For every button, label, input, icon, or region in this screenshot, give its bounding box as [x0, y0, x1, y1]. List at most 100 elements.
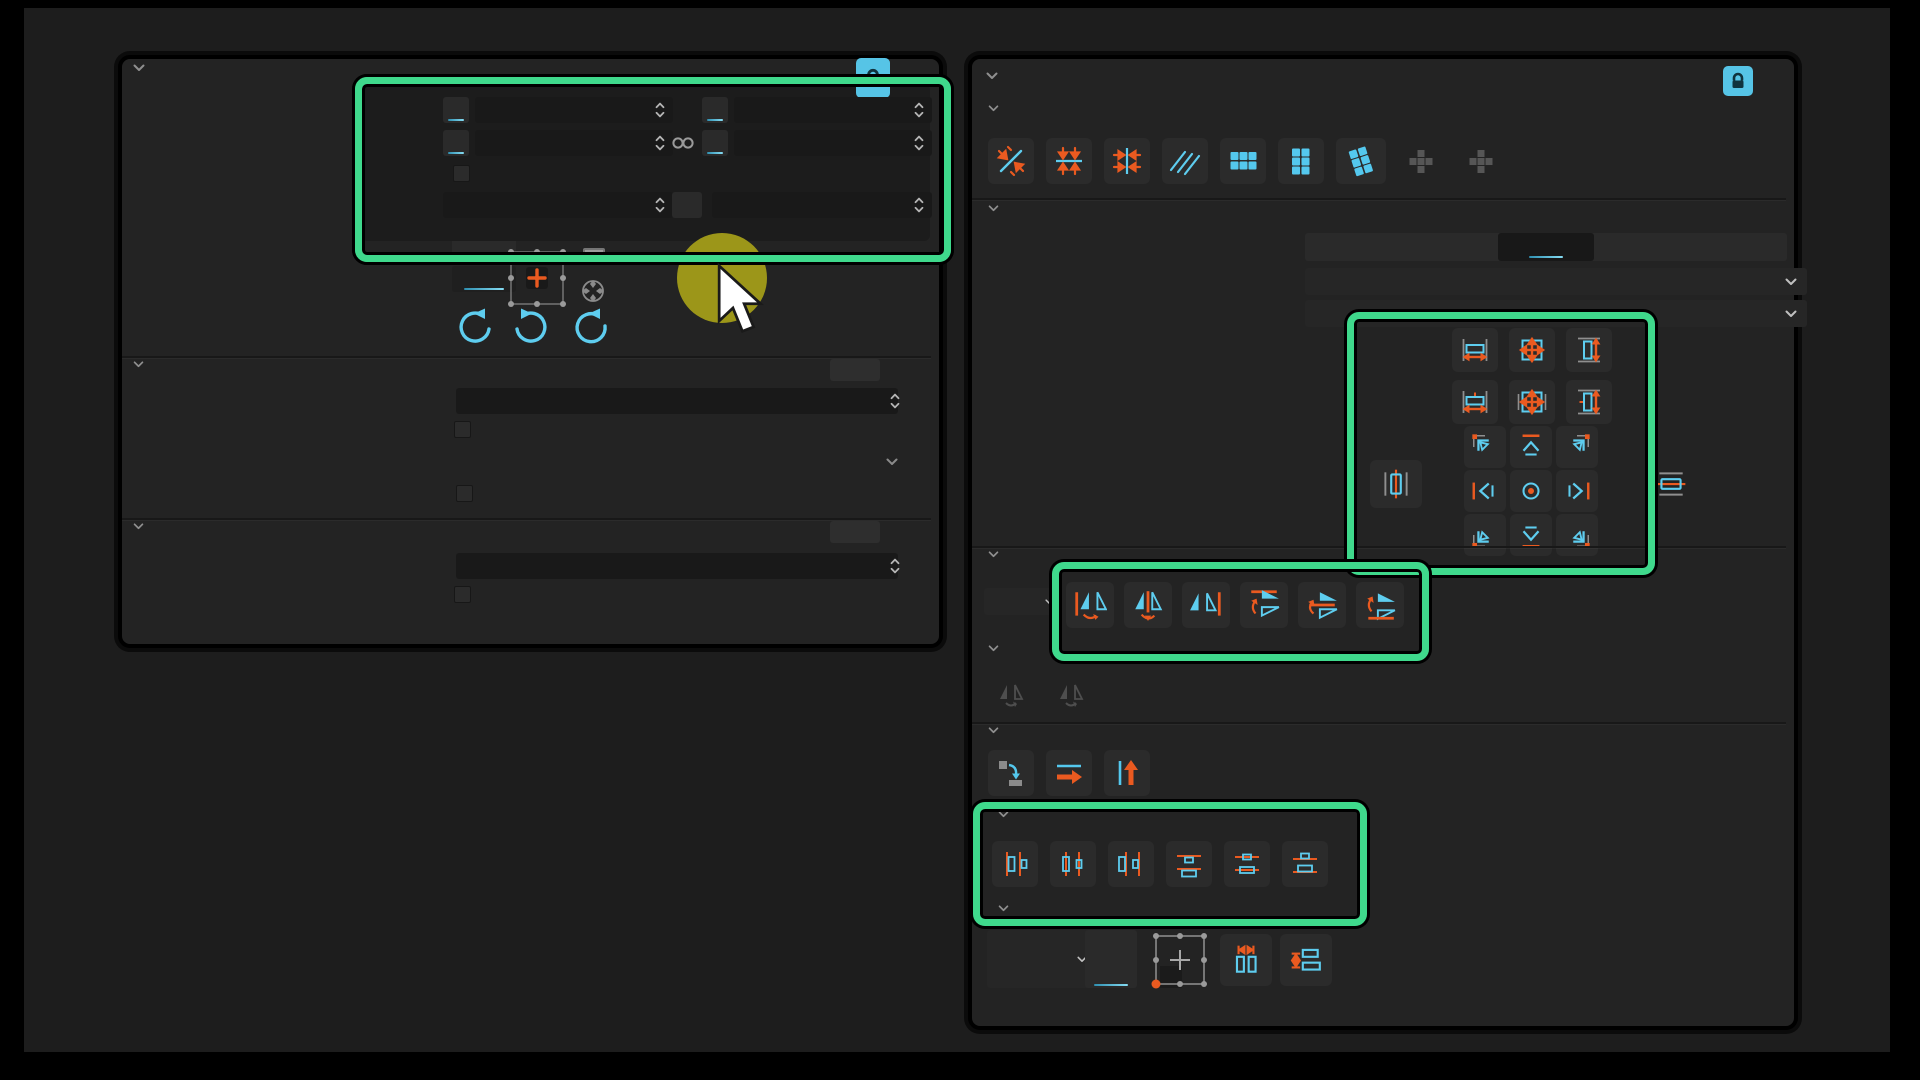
orient-vertical-button[interactable]	[1104, 750, 1150, 796]
elastic-mode-checkbox[interactable]	[454, 586, 471, 603]
spinner-icon[interactable]	[914, 134, 924, 152]
spinner-icon[interactable]	[914, 196, 924, 214]
size-v-button[interactable]	[702, 130, 728, 156]
link-uv-icon[interactable]	[670, 136, 696, 150]
prop-fit-height-button[interactable]	[1566, 380, 1612, 424]
transform-lock-button[interactable]	[856, 58, 890, 98]
align-vertical-center-button[interactable]	[1370, 460, 1422, 508]
fit-align-header[interactable]	[988, 205, 1008, 212]
match-option-grid[interactable]	[1498, 233, 1594, 261]
match-option-selection[interactable]	[1305, 233, 1401, 261]
orient-island-header[interactable]	[988, 727, 1008, 734]
spinner-icon[interactable]	[890, 392, 900, 410]
orient-horizontal-button[interactable]	[1046, 750, 1092, 796]
gridify-3x2-button[interactable]	[1220, 138, 1266, 184]
distribute-bottom-button[interactable]	[1282, 841, 1328, 887]
spinner-icon[interactable]	[655, 196, 665, 214]
size-v-input[interactable]	[734, 130, 932, 156]
angle-input[interactable]	[443, 192, 673, 218]
angle-inc-input[interactable]	[712, 192, 932, 218]
distribute-vcenter-button[interactable]	[1224, 841, 1270, 887]
match-option-tile[interactable]	[1594, 233, 1690, 261]
flip-h-center-button[interactable]	[1124, 582, 1172, 628]
size-u-button[interactable]	[443, 130, 469, 156]
soft-transform-header[interactable]	[133, 361, 153, 368]
align-bottom-right-button[interactable]	[1556, 514, 1598, 556]
iterations-input[interactable]	[456, 553, 898, 579]
spinner-icon[interactable]	[655, 134, 665, 152]
gridify-tilted-button[interactable]	[1336, 138, 1386, 184]
distribute-space-v-button[interactable]	[1280, 934, 1332, 986]
angle-inc-button[interactable]	[672, 192, 702, 218]
distribute-right-button[interactable]	[1108, 841, 1154, 887]
align-bottom-left-button[interactable]	[1464, 514, 1506, 556]
straighten-vertical-button[interactable]	[1104, 138, 1150, 184]
align-top-right-button[interactable]	[1556, 426, 1598, 468]
spinner-icon[interactable]	[655, 101, 665, 119]
live-optimize-enable-button[interactable]	[830, 521, 880, 543]
distribute-space-mode-dropdown[interactable]	[987, 930, 1097, 988]
pixel-units-checkbox[interactable]	[453, 165, 470, 182]
soft-transform-enable-button[interactable]	[830, 359, 880, 381]
match-option-pixel[interactable]	[1401, 233, 1497, 261]
distribute-space-header[interactable]	[998, 905, 1018, 912]
spinner-icon[interactable]	[914, 101, 924, 119]
transform-section-header[interactable]	[133, 64, 154, 72]
distribute-top-button[interactable]	[1166, 841, 1212, 887]
anchor-gizmo-icon[interactable]	[578, 276, 608, 306]
prop-fit-both-button[interactable]	[1509, 380, 1555, 424]
straighten-header[interactable]	[988, 105, 1008, 112]
position-u-input[interactable]	[475, 97, 673, 123]
screen-space-checkbox[interactable]	[454, 421, 471, 438]
prop-fit-width-button[interactable]	[1452, 380, 1498, 424]
align-right-button[interactable]	[1556, 470, 1598, 512]
distribute-header[interactable]	[998, 811, 1018, 818]
distribute-left-button[interactable]	[992, 841, 1038, 887]
position-u-button[interactable]	[443, 97, 469, 123]
grouping-dropdown[interactable]	[1305, 300, 1807, 327]
distribute-space-group-button[interactable]	[1085, 930, 1137, 988]
flip-v-bottom-button[interactable]	[1356, 582, 1404, 628]
gridify-2x3-button[interactable]	[1278, 138, 1324, 184]
position-v-button[interactable]	[702, 97, 728, 123]
flip-v-top-button[interactable]	[1240, 582, 1288, 628]
size-u-input[interactable]	[475, 130, 673, 156]
live-optimize-header[interactable]	[133, 523, 153, 530]
straighten-lines-button[interactable]	[1162, 138, 1208, 184]
orient-auto-button[interactable]	[988, 750, 1034, 796]
fit-both-button[interactable]	[1509, 328, 1555, 372]
flip-h-left-button[interactable]	[1066, 582, 1114, 628]
anchor-position-widget[interactable]	[505, 246, 569, 310]
flip-header[interactable]	[988, 551, 1008, 558]
flip-mode-dropdown[interactable]	[984, 588, 1062, 615]
match-option-trim[interactable]	[1691, 233, 1787, 261]
straighten-diagonal-button[interactable]	[988, 138, 1034, 184]
position-v-input[interactable]	[734, 97, 932, 123]
align-top-button[interactable]	[1510, 426, 1552, 468]
distribute-space-anchor-widget[interactable]	[1146, 928, 1212, 996]
align-left-button[interactable]	[1464, 470, 1506, 512]
pin-map-checkbox[interactable]	[456, 485, 473, 502]
straighten-horizontal-button[interactable]	[1046, 138, 1092, 184]
align-top-left-button[interactable]	[1464, 426, 1506, 468]
stack-header[interactable]	[988, 645, 1008, 652]
anchor-bar-icon[interactable]	[582, 246, 606, 260]
fit-width-button[interactable]	[1452, 328, 1498, 372]
flip-v-center-button[interactable]	[1298, 582, 1346, 628]
misc-transforms-header[interactable]	[986, 72, 1007, 80]
falloff-input[interactable]	[456, 388, 898, 414]
distribute-space-h-button[interactable]	[1220, 934, 1272, 986]
rotate-ccw-90-button[interactable]	[451, 304, 497, 350]
distribute-hcenter-button[interactable]	[1050, 841, 1096, 887]
chevron-down-icon[interactable]	[886, 458, 898, 466]
align-center-button[interactable]	[1510, 470, 1552, 512]
align-bottom-button[interactable]	[1510, 514, 1552, 556]
snapping-dropdown[interactable]	[1305, 268, 1807, 295]
spinner-icon[interactable]	[890, 557, 900, 575]
rotate-cw-90-button[interactable]	[509, 304, 555, 350]
flip-h-right-button[interactable]	[1182, 582, 1230, 628]
align-horizontal-middle-button[interactable]	[1645, 460, 1697, 508]
rotate-ccw-180-button[interactable]	[566, 304, 612, 350]
fit-height-button[interactable]	[1566, 328, 1612, 372]
misc-lock-button[interactable]	[1723, 66, 1753, 96]
